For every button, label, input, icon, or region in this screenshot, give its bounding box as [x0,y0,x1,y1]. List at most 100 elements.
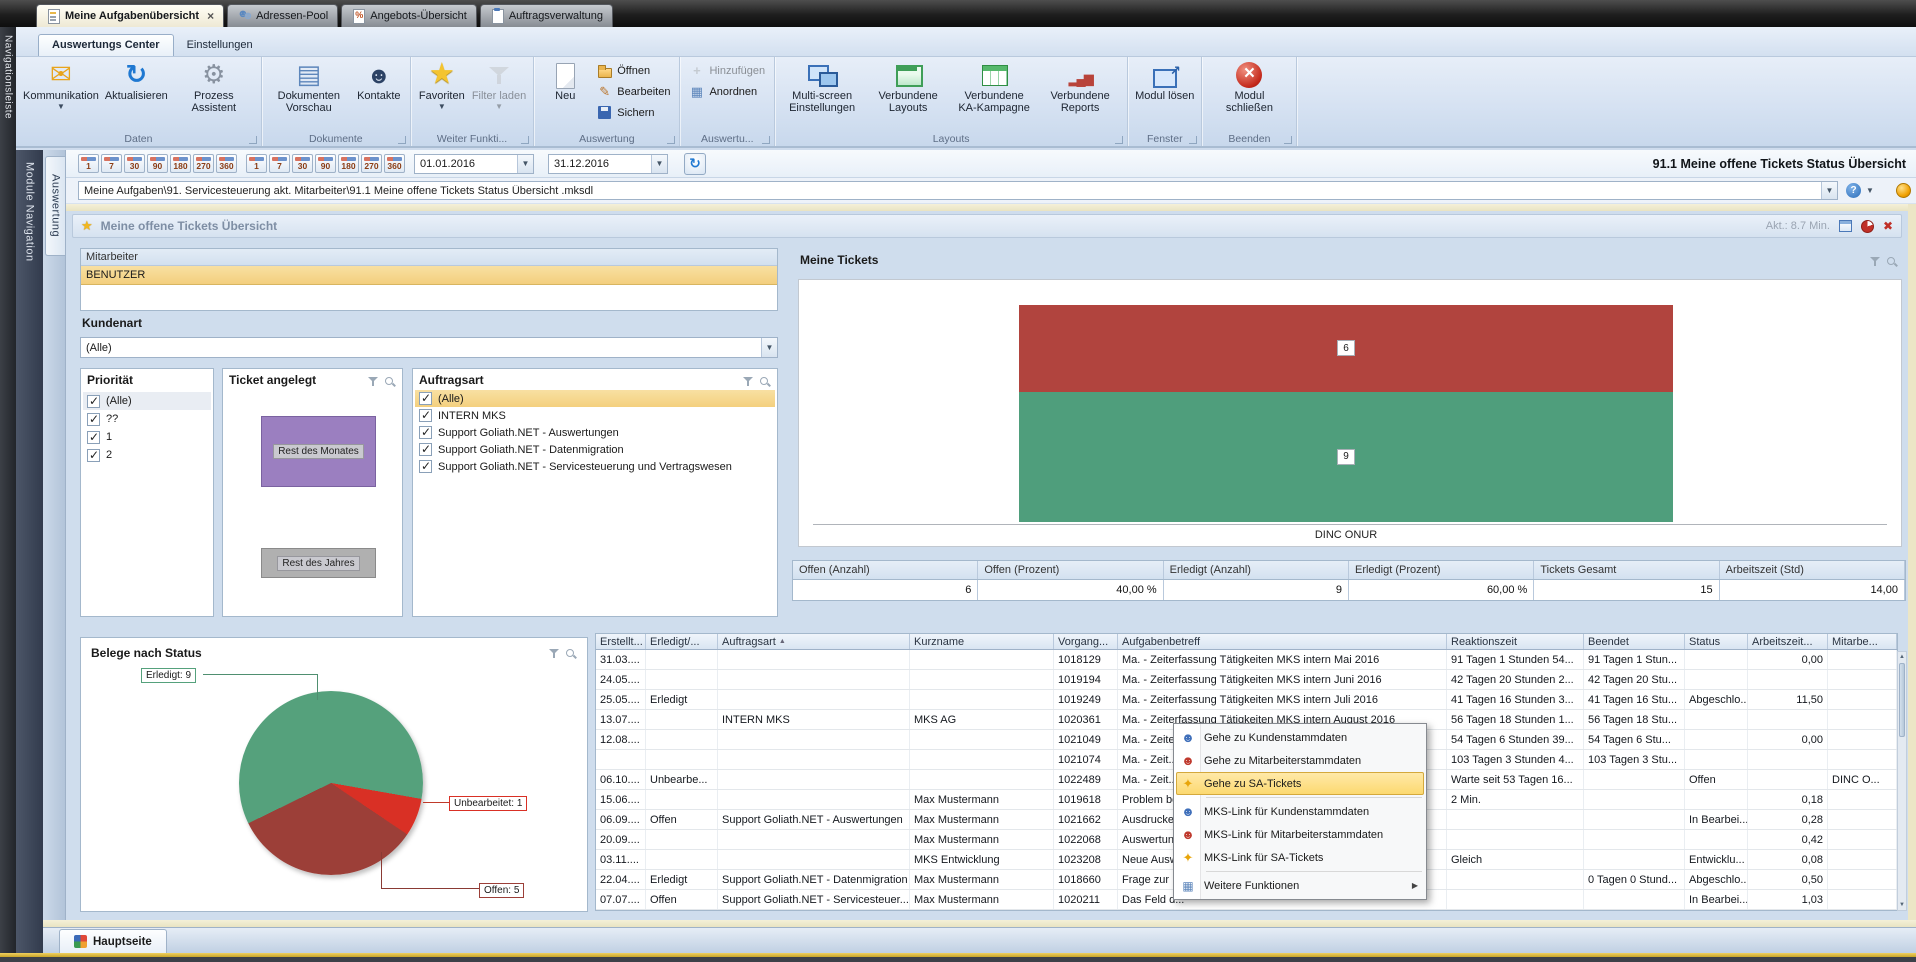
chevron-down-icon[interactable]: ▼ [1821,182,1837,199]
chevron-down-icon[interactable]: ▼ [761,338,777,357]
auftragsart-item-support-goliath-net-servicesteuerung-und-vertragswesen[interactable]: Support Goliath.NET - Servicesteuerung u… [415,458,775,475]
dialog-launcher-icon[interactable] [762,136,770,144]
scrollbar-thumb[interactable] [1899,663,1905,737]
report-path-input[interactable]: Meine Aufgaben\91. Servicesteuerung akt.… [78,181,1838,200]
ribbon-button-verbundene-reports[interactable]: Verbundene Reports [1037,58,1123,115]
ribbon-button-aktualisieren[interactable]: Aktualisieren [102,58,171,104]
scroll-down-icon[interactable]: ▼ [1898,900,1906,910]
dialog-launcher-icon[interactable] [1284,136,1292,144]
prioritaet-item-2[interactable]: 2 [83,446,211,464]
range-90-days-button[interactable]: 90 [315,154,336,173]
mitarbeiter-selected-row[interactable]: BENUTZER [81,266,777,285]
range-360-days-button[interactable]: 360 [216,154,237,173]
filter-funnel-icon[interactable] [368,377,379,387]
ribbon-tab-einstellungen[interactable]: Einstellungen [174,35,266,56]
dialog-launcher-icon[interactable] [667,136,675,144]
window-tab-angebots-übersicht[interactable]: Angebots-Übersicht [341,4,477,27]
checkbox[interactable] [87,395,100,408]
status-pie-chart[interactable] [239,691,423,875]
ribbon-button-verbundene-layouts[interactable]: Verbundene Layouts [865,58,951,115]
ribbon-button-öffnen[interactable]: Öffnen [594,62,673,79]
range-7-days-button[interactable]: 7 [269,154,290,173]
ribbon-button-multi-screen-einstellungen[interactable]: Multi-screen Einstellungen [779,58,865,115]
ribbon-button-modul-schließen[interactable]: Modul schließen [1206,58,1292,115]
range-180-days-button[interactable]: 180 [338,154,359,173]
column-header-arbeitszeit[interactable]: Arbeitszeit... [1748,634,1828,649]
column-header-auftragsart[interactable]: Auftragsart▲ [718,634,910,649]
range-30-days-button[interactable]: 30 [292,154,313,173]
column-header-beendet[interactable]: Beendet [1584,634,1685,649]
column-header-aufgabenbetreff[interactable]: Aufgabenbetreff [1118,634,1447,649]
ribbon-button-bearbeiten[interactable]: Bearbeiten [594,83,673,100]
slicer-item-rest-des-monates[interactable]: Rest des Monates [261,416,376,487]
close-dashboard-icon[interactable]: ✖ [1883,220,1893,232]
close-tab-icon[interactable]: × [207,11,214,21]
date-to-input[interactable]: 31.12.2016 ▼ [548,154,668,174]
checkbox[interactable] [419,443,432,456]
vertical-scrollbar[interactable]: ▲ ▼ [1897,651,1907,911]
menu-item-mks-link-für-sa-tickets[interactable]: MKS-Link für SA-Tickets [1176,846,1424,869]
range-1-days-button[interactable]: 1 [246,154,267,173]
search-icon[interactable] [759,376,771,388]
module-navigation-strip[interactable]: Module Navigation [16,150,43,953]
refresh-button[interactable]: ↻ [684,153,706,175]
table-row[interactable]: 24.05....1019194Ma. - Zeiterfassung Täti… [596,670,1897,690]
prioritaet-item-[interactable]: ?? [83,410,211,428]
menu-item-gehe-zu-kundenstammdaten[interactable]: Gehe zu Kundenstammdaten [1176,726,1424,749]
menu-item-weitere-funktionen[interactable]: Weitere Funktionen▶ [1176,874,1424,897]
ribbon-button-filter-laden[interactable]: Filter laden▼ [469,58,529,112]
window-tab-adressen-pool[interactable]: Adressen-Pool [227,4,338,27]
slicer-item-rest-des-jahres[interactable]: Rest des Jahres [261,548,376,578]
checkbox[interactable] [87,431,100,444]
column-header-status[interactable]: Status [1685,634,1748,649]
column-header-vorgang[interactable]: Vorgang... [1054,634,1118,649]
window-tab-auftragsverwaltung[interactable]: Auftragsverwaltung [480,4,613,27]
kundenart-select[interactable]: (Alle) ▼ [80,337,778,358]
dialog-launcher-icon[interactable] [521,136,529,144]
ribbon-button-neu[interactable]: Neu [538,58,592,104]
checkbox[interactable] [419,426,432,439]
search-icon[interactable] [1886,256,1898,268]
checkbox[interactable] [87,449,100,462]
menu-item-gehe-zu-mitarbeiterstammdaten[interactable]: Gehe zu Mitarbeiterstammdaten [1176,749,1424,772]
window-tab-meine-aufgabenübersicht[interactable]: Meine Aufgabenübersicht× [36,4,224,27]
checkbox[interactable] [419,409,432,422]
ribbon-button-modul-lösen[interactable]: Modul lösen [1132,58,1197,104]
column-header-mitarbe[interactable]: Mitarbe... [1828,634,1897,649]
ribbon-button-kontakte[interactable]: Kontakte [352,58,406,104]
ribbon-button-hinzufügen[interactable]: Hinzufügen [686,62,768,79]
auftragsart-item-intern-mks[interactable]: INTERN MKS [415,407,775,424]
range-30-days-button[interactable]: 30 [124,154,145,173]
menu-item-gehe-zu-sa-tickets[interactable]: Gehe zu SA-Tickets [1176,772,1424,795]
column-header-erledigt[interactable]: Erledigt/... [646,634,718,649]
auftragsart-item-alle[interactable]: (Alle) [415,390,775,407]
ribbon-button-anordnen[interactable]: Anordnen [686,83,768,100]
dialog-launcher-icon[interactable] [249,136,257,144]
checkbox[interactable] [419,392,432,405]
ribbon-button-favoriten[interactable]: Favoriten▼ [415,58,469,112]
status-orb-icon[interactable] [1896,183,1911,198]
dialog-launcher-icon[interactable] [1189,136,1197,144]
navigation-strip[interactable]: Navigationsleiste [0,27,16,953]
prioritaet-item-1[interactable]: 1 [83,428,211,446]
ribbon-button-dokumenten-vorschau[interactable]: Dokumenten Vorschau [266,58,352,115]
menu-item-mks-link-für-mitarbeiterstammdaten[interactable]: MKS-Link für Mitarbeiterstammdaten [1176,823,1424,846]
column-header-erstellt[interactable]: Erstellt... [596,634,646,649]
checkbox[interactable] [419,460,432,473]
auswertung-side-tab[interactable]: Auswertung [45,156,65,256]
search-icon[interactable] [384,376,396,388]
auftragsart-item-support-goliath-net-datenmigration[interactable]: Support Goliath.NET - Datenmigration [415,441,775,458]
range-90-days-button[interactable]: 90 [147,154,168,173]
menu-item-mks-link-für-kundenstammdaten[interactable]: MKS-Link für Kundenstammdaten [1176,800,1424,823]
chevron-down-icon[interactable]: ▼ [651,155,667,173]
chart-view-icon[interactable] [1861,220,1874,233]
chevron-down-icon[interactable]: ▼ [517,155,533,173]
range-360-days-button[interactable]: 360 [384,154,405,173]
filter-funnel-icon[interactable] [743,377,754,387]
scroll-up-icon[interactable]: ▲ [1898,652,1906,662]
range-270-days-button[interactable]: 270 [193,154,214,173]
help-icon[interactable]: ? [1846,183,1861,198]
range-180-days-button[interactable]: 180 [170,154,191,173]
auftragsart-item-support-goliath-net-auswertungen[interactable]: Support Goliath.NET - Auswertungen [415,424,775,441]
ribbon-button-verbundene-ka-kampagne[interactable]: Verbundene KA-Kampagne [951,58,1037,115]
